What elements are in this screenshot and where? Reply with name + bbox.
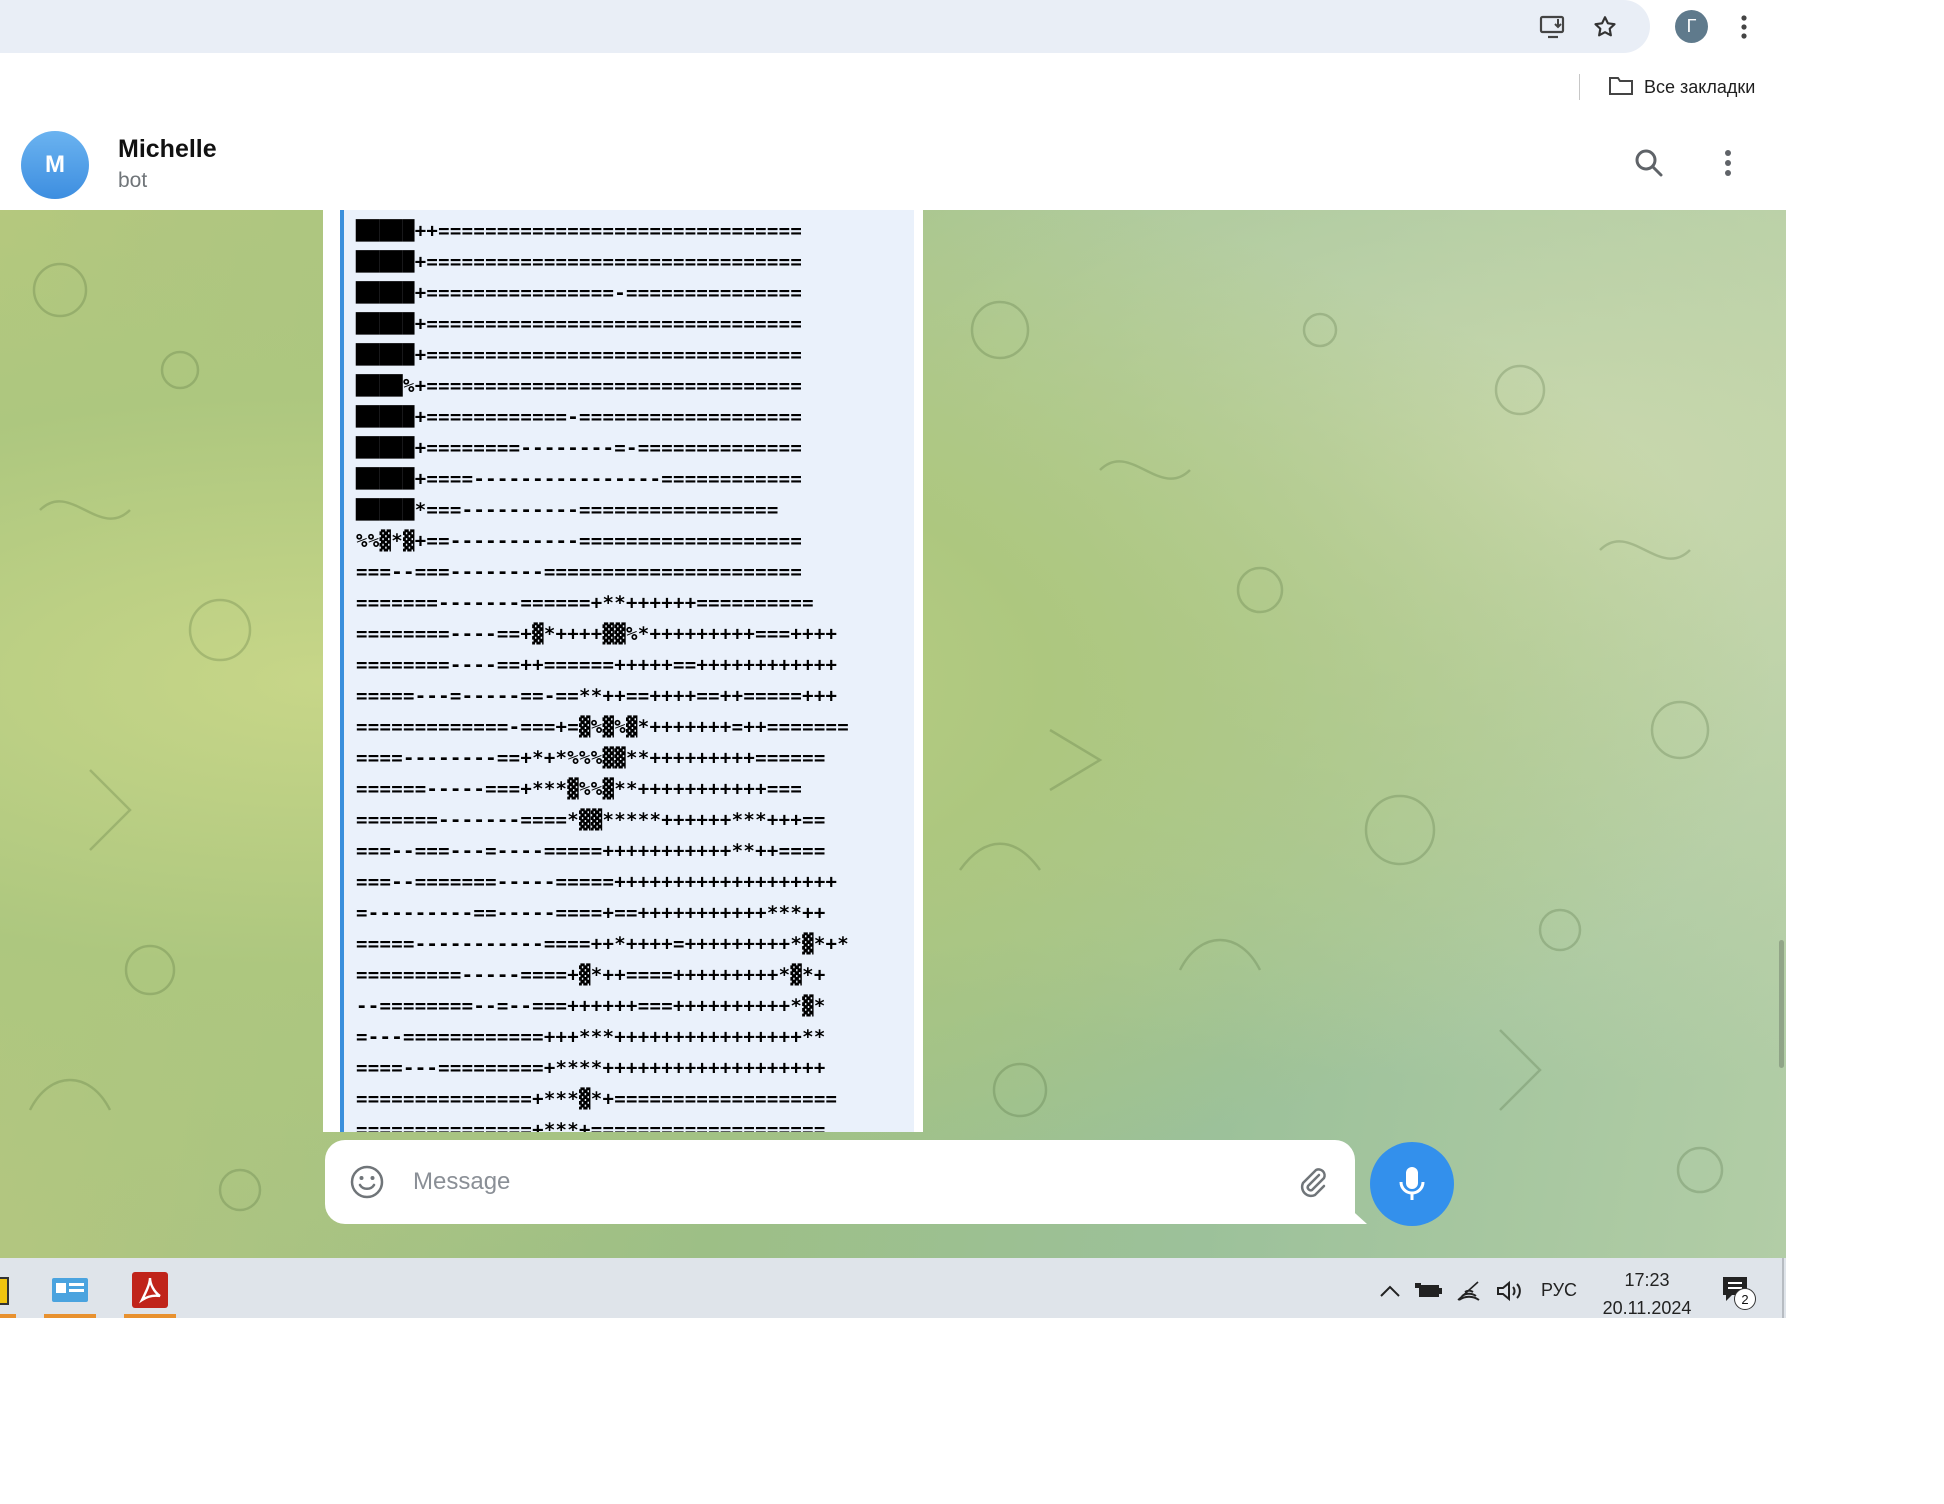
message-code-block: █████++=============================== █… (340, 210, 914, 1132)
message-input[interactable]: Message (413, 1168, 510, 1196)
browser-menu-icon[interactable] (1727, 10, 1761, 44)
chat-menu-icon[interactable] (1706, 141, 1750, 185)
language-indicator[interactable]: РУС (1536, 1258, 1582, 1318)
battery-icon[interactable] (1412, 1258, 1446, 1318)
windows-taskbar: РУС 17:23 20.11.2024 2 (0, 1258, 1786, 1318)
message-composer[interactable]: Message (325, 1140, 1355, 1224)
attach-icon[interactable] (1290, 1160, 1334, 1204)
browser-omnibox[interactable] (0, 0, 1650, 53)
notification-count-badge: 2 (1734, 1288, 1756, 1310)
avatar[interactable]: M (21, 131, 89, 199)
chat-title[interactable]: Michelle (118, 135, 217, 164)
taskbar-clock[interactable]: 17:23 20.11.2024 (1595, 1266, 1699, 1318)
profile-avatar[interactable]: Г (1675, 10, 1708, 43)
screen-edge-divider (1782, 1258, 1784, 1318)
show-hidden-icons-icon[interactable] (1375, 1258, 1405, 1318)
ascii-art-text: █████++=============================== █… (356, 220, 850, 1132)
network-icon[interactable] (1452, 1258, 1486, 1318)
emoji-icon[interactable] (345, 1160, 389, 1204)
clock-date: 20.11.2024 (1602, 1298, 1692, 1318)
chat-background: █████++=============================== █… (0, 210, 1786, 1258)
bookmarks-separator (1579, 74, 1580, 100)
running-indicator (44, 1314, 96, 1318)
microphone-icon[interactable] (1370, 1142, 1454, 1226)
install-app-icon[interactable] (1536, 10, 1570, 44)
running-indicator (0, 1314, 16, 1318)
clock-time: 17:23 (1624, 1270, 1670, 1290)
chat-scrollbar[interactable] (1779, 940, 1784, 1068)
search-icon[interactable] (1627, 141, 1671, 185)
chat-status: bot (118, 169, 148, 192)
all-bookmarks-button[interactable]: Все закладки (1608, 73, 1755, 101)
taskbar-app-control-panel[interactable] (44, 1266, 96, 1318)
running-indicator (124, 1314, 176, 1318)
taskbar-app-pdf-reader[interactable] (124, 1266, 176, 1318)
all-bookmarks-label: Все закладки (1644, 76, 1756, 97)
chat-header: M Michelle bot (0, 118, 1786, 210)
taskbar-app-edge[interactable] (0, 1266, 16, 1318)
folder-icon (1608, 74, 1634, 101)
bookmark-star-icon[interactable] (1588, 10, 1622, 44)
volume-icon[interactable] (1492, 1258, 1528, 1318)
screenshot-region: Г Все закладки M Michelle bot █████++===… (0, 0, 1786, 1318)
notifications-icon[interactable]: 2 (1720, 1274, 1756, 1310)
